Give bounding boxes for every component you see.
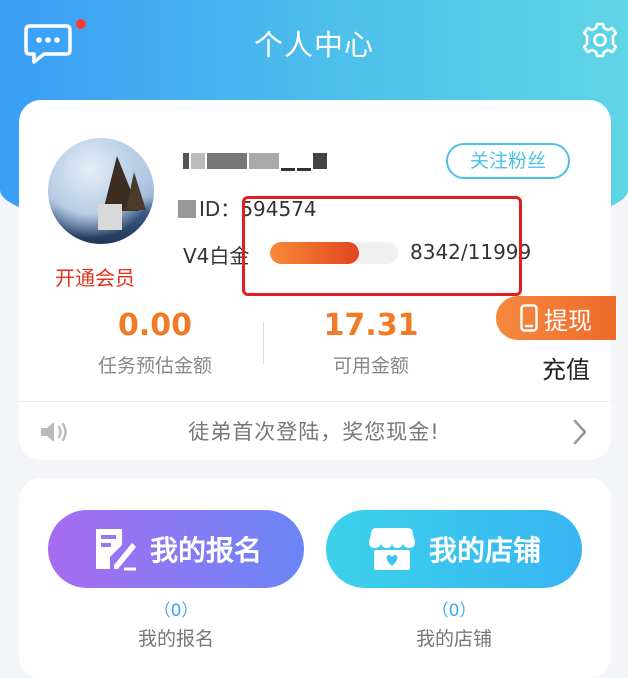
avatar-sail-small	[126, 172, 146, 210]
my-signup-label: 我的报名	[149, 534, 262, 567]
uid-redaction	[178, 200, 196, 218]
divider	[19, 401, 611, 402]
phone-icon	[520, 304, 538, 332]
chevron-right-icon[interactable]	[570, 418, 590, 446]
notice-banner-text[interactable]: 徒弟首次登陆，奖您现金!	[0, 416, 628, 446]
edit-form-icon	[95, 529, 136, 571]
username-redacted	[183, 148, 327, 174]
uid-label: ID：	[199, 197, 241, 221]
available-amount: 17.31 可用金额	[290, 308, 452, 378]
highlight-annotation-box	[242, 196, 522, 296]
signup-count: （0）	[153, 601, 199, 621]
stat-value: 0.00	[117, 308, 193, 343]
estimated-task-amount: 0.00 任务预估金额	[74, 308, 236, 378]
recharge-link[interactable]: 充值	[542, 350, 590, 385]
avatar[interactable]	[48, 138, 154, 244]
settings-button[interactable]	[582, 22, 618, 58]
level-label: V4白金	[183, 244, 250, 268]
withdraw-button[interactable]: 提现	[496, 296, 616, 340]
withdraw-label: 提现	[544, 306, 592, 335]
page-title: 个人中心	[253, 28, 374, 62]
shop-sub-label: 我的店铺	[415, 628, 492, 650]
my-shop-label: 我的店铺	[428, 534, 541, 567]
shop-count: （0）	[431, 601, 477, 621]
stat-label: 可用金额	[332, 355, 409, 377]
my-signup-button[interactable]: 我的报名	[48, 510, 304, 588]
open-vip-link[interactable]: 开通会员	[55, 262, 135, 291]
store-icon	[368, 528, 415, 570]
stat-value: 17.31	[323, 308, 419, 343]
gear-icon	[582, 22, 618, 58]
signup-sub-label: 我的报名	[137, 628, 214, 650]
follow-fans-button[interactable]: 关注粉丝	[446, 143, 570, 179]
stat-divider	[263, 322, 264, 364]
my-shop-button[interactable]: 我的店铺	[326, 510, 582, 588]
avatar-redaction	[98, 204, 122, 230]
stat-label: 任务预估金额	[97, 355, 212, 377]
